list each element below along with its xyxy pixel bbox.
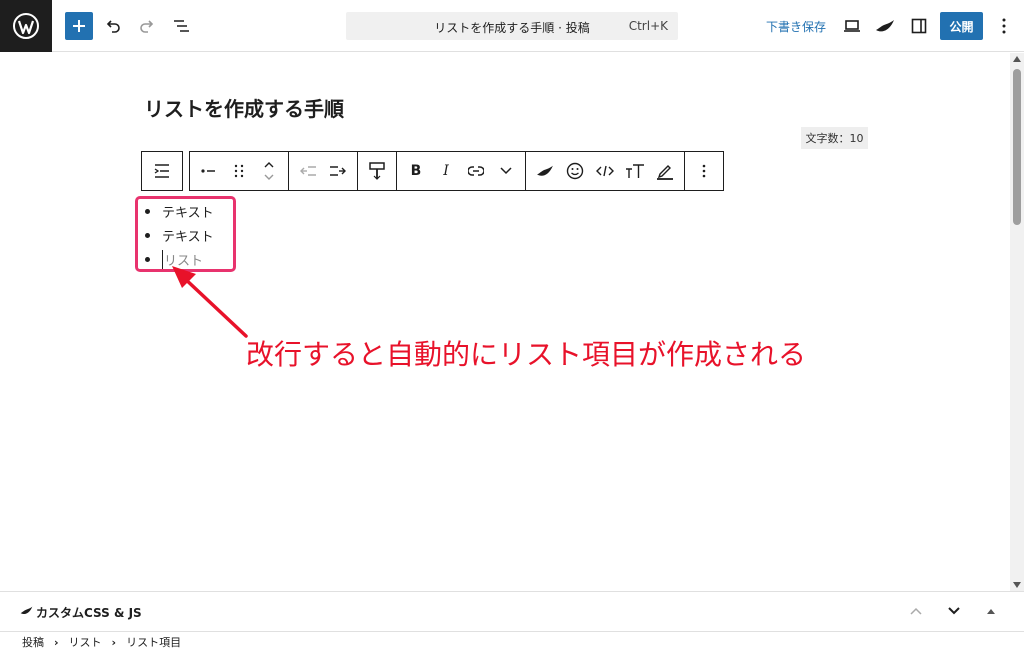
block-style-button[interactable] [362,152,392,190]
undo-button[interactable] [99,12,127,40]
block-type-switcher[interactable] [141,151,183,191]
bullet-icon [145,256,150,262]
editor-canvas: リストを作成する手順 文字数：10 B I テキスト テキスト リスト 改行する… [0,53,1010,591]
swell-leaf-icon [20,606,33,615]
panel-move-down-button[interactable] [940,597,968,625]
smiley-icon [566,162,584,180]
breadcrumb-item[interactable]: リスト [69,634,102,650]
select-parent-button[interactable] [194,152,224,190]
shortcut-hint: Ctrl+K [628,19,668,33]
emoji-button[interactable] [560,152,590,190]
chevron-up-down-icon [264,162,274,180]
vertical-scrollbar[interactable] [1010,53,1024,591]
toolbar-section-format: B I [397,152,526,190]
list-item-text: テキスト [162,229,214,245]
list-item[interactable]: テキスト [145,223,214,247]
link-icon [468,166,484,176]
panel-move-up-button[interactable] [902,597,930,625]
add-block-button[interactable] [65,12,93,40]
indent-button[interactable] [323,152,353,190]
toolbar-section-indent [289,152,358,190]
bullet-icon [145,232,150,238]
options-menu-button[interactable] [990,12,1018,40]
sidebar-icon [911,18,927,34]
list-view-icon [174,20,189,32]
list-block-icon [154,164,169,178]
swell-leaf-icon [876,20,894,32]
more-formats-button[interactable] [491,152,521,190]
chevron-right-icon: › [54,635,59,649]
bold-button[interactable]: B [401,152,431,190]
toolbar-section-block [190,152,289,190]
panel-toggle-button[interactable] [977,597,1005,625]
more-vertical-icon [1002,18,1006,34]
redo-icon [140,20,154,33]
swell-plugin-button[interactable] [871,12,899,40]
save-draft-button[interactable]: 下書き保存 [766,18,826,35]
toolbar-section-options [685,152,723,190]
italic-icon: I [443,163,449,179]
outdent-icon [300,166,316,176]
marker-pen-icon [657,165,673,180]
indent-icon [330,166,346,176]
chevron-right-icon: › [111,635,117,649]
wordpress-logo-button[interactable] [0,0,52,52]
toolbar-section-style [358,152,397,190]
drag-handle[interactable] [224,152,254,190]
toolbar-section-extras [526,152,685,190]
code-icon [596,165,614,177]
highlight-button[interactable] [650,152,680,190]
more-vertical-icon [702,164,706,178]
scroll-down-arrow-icon[interactable] [1013,582,1021,588]
scroll-up-arrow-icon[interactable] [1013,56,1021,62]
command-palette-bar[interactable]: リストを作成する手順 · 投稿 Ctrl+K [346,12,678,40]
char-count-badge: 文字数：10 [801,127,868,149]
block-toolbar-controls: B I [189,151,724,191]
custom-css-js-panel: カスタムCSS & JS [0,591,1024,631]
undo-icon [106,20,120,33]
chevron-down-icon [500,167,512,175]
settings-sidebar-button[interactable] [905,12,933,40]
publish-button[interactable]: 公開 [940,12,983,40]
plus-icon [73,20,85,32]
bullet-list-icon [201,169,215,173]
annotation-arrow [172,266,248,338]
font-size-button[interactable] [620,152,650,190]
editor-header: リストを作成する手順 · 投稿 Ctrl+K 下書き保存 公開 [0,0,1024,52]
panel-title: カスタムCSS & JS [36,606,142,620]
drag-dots-icon [234,164,244,178]
block-breadcrumb: 投稿 › リスト › リスト項目 [0,631,1024,652]
block-options-button[interactable] [689,152,719,190]
swell-leaf-icon [537,165,553,176]
inline-code-button[interactable] [590,152,620,190]
outdent-button[interactable] [293,152,323,190]
preview-button[interactable] [838,12,866,40]
annotation-text: 改行すると自動的にリスト項目が作成される [246,338,807,371]
bullet-icon [145,208,150,214]
laptop-icon [844,20,860,32]
block-toolbar: B I [141,151,724,191]
chevron-up-icon [910,607,922,615]
triangle-up-icon [987,609,995,614]
bold-icon: B [410,163,422,179]
document-overview-button[interactable] [167,12,195,40]
text-size-icon [626,164,644,178]
swell-format-button[interactable] [530,152,560,190]
italic-button[interactable]: I [431,152,461,190]
link-button[interactable] [461,152,491,190]
wordpress-icon [13,13,39,39]
paint-roller-icon [369,162,385,180]
scroll-thumb[interactable] [1013,69,1021,225]
move-up-down-button[interactable] [254,152,284,190]
chevron-down-icon [948,607,960,615]
post-title[interactable]: リストを作成する手順 [144,93,344,122]
list-item-text: テキスト [162,205,214,221]
breadcrumb-item[interactable]: 投稿 [22,634,44,650]
breadcrumb-item[interactable]: リスト項目 [126,634,181,650]
redo-button[interactable] [133,12,161,40]
list-item[interactable]: テキスト [145,199,214,223]
